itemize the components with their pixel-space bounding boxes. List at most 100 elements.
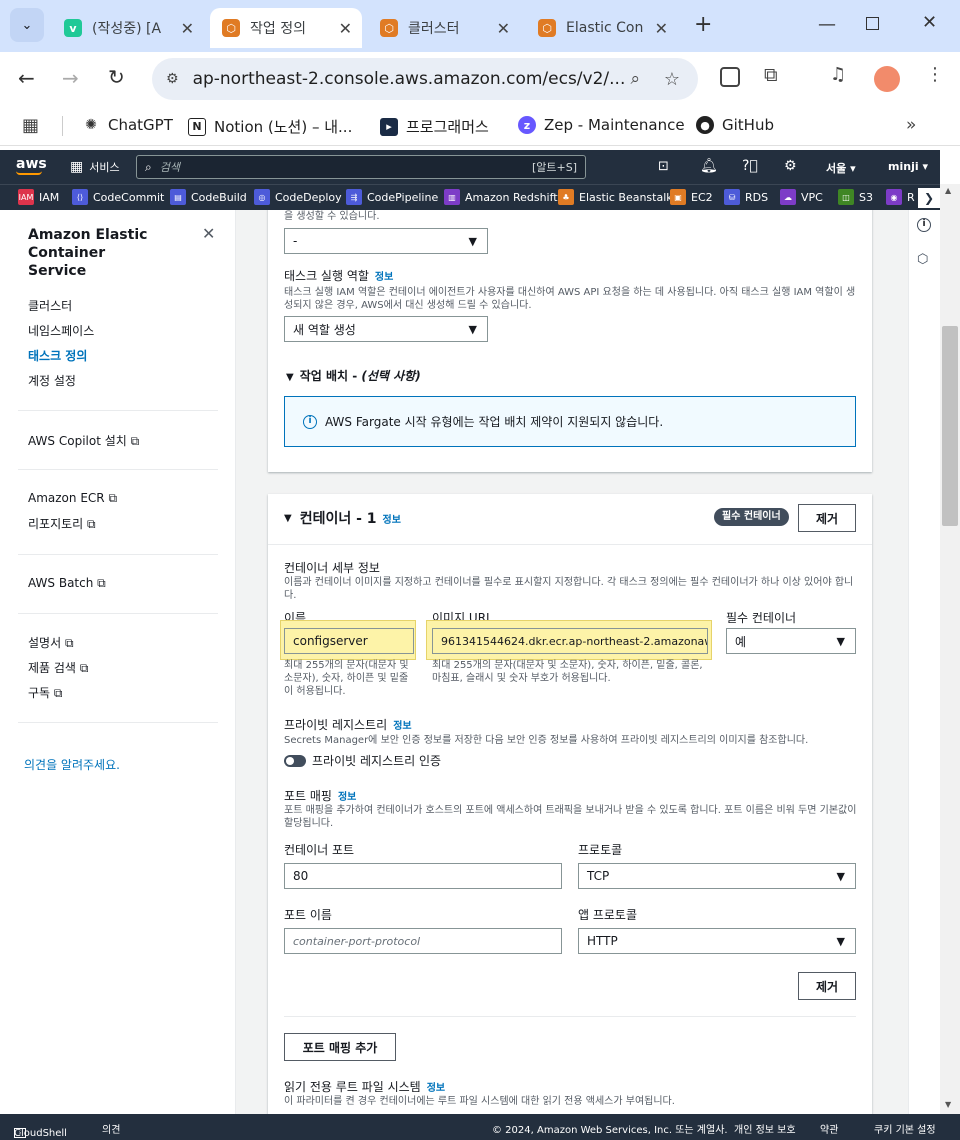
fav-beanstalk[interactable]: ♣ Elastic Beanstalk: [558, 189, 673, 205]
sidebar-item-subscribe[interactable]: 구독 ⧉: [28, 684, 63, 701]
aws-logo[interactable]: aws: [16, 156, 47, 172]
close-window-button[interactable]: ✕: [922, 12, 937, 33]
placement-expander[interactable]: ▼ 작업 배치 - (선택 사항): [286, 367, 421, 384]
search-input[interactable]: ⌕ 검색 [알트+S]: [136, 155, 586, 179]
essential-select[interactable]: 예 ▼: [726, 628, 856, 654]
chevron-right-icon[interactable]: ❯: [918, 188, 940, 208]
scroll-thumb[interactable]: [942, 326, 958, 526]
feedback-link[interactable]: 의견: [102, 1121, 120, 1136]
image-uri-input[interactable]: 961341544624.dkr.ecr.ap-northeast-2.amaz…: [432, 628, 708, 654]
container-header[interactable]: ▼ 컨테이너 - 1 정보: [284, 508, 401, 528]
browser-tab-3[interactable]: ⬡ 클러스터 ✕: [368, 8, 520, 48]
add-port-mapping-button[interactable]: 포트 매핑 추가: [284, 1033, 396, 1061]
bookmark-notion[interactable]: N Notion (노션) – 내...: [188, 116, 352, 137]
bookmark-github[interactable]: ● GitHub: [696, 116, 774, 134]
close-icon[interactable]: ✕: [497, 19, 510, 38]
address-bar[interactable]: ⚙ ap-northeast-2.console.aws.amazon.com/…: [152, 58, 698, 100]
protocol-select[interactable]: TCP ▼: [578, 863, 856, 889]
private-registry-toggle[interactable]: 프라이빗 레지스트리 인증: [284, 752, 441, 769]
page-scrollbar[interactable]: ▲ ▼: [940, 184, 960, 1114]
media-icon[interactable]: ♫: [830, 64, 846, 85]
settings-icon[interactable]: ⚙: [784, 158, 797, 174]
minimize-button[interactable]: —: [818, 14, 836, 35]
bookmark-zep[interactable]: z Zep - Maintenance: [518, 116, 685, 134]
fav-iam[interactable]: IAM IAM: [18, 189, 59, 205]
bookmark-programmers[interactable]: ▸ 프로그래머스: [380, 116, 489, 137]
tutorial-icon[interactable]: ⬡: [917, 252, 928, 267]
forward-icon[interactable]: →: [62, 66, 79, 90]
sidebar-item-copilot[interactable]: AWS Copilot 설치 ⧉: [28, 432, 139, 449]
fav-redshift[interactable]: ▥ Amazon Redshift: [444, 189, 558, 205]
info-panel-icon[interactable]: i: [917, 218, 931, 232]
port-name-input[interactable]: container-port-protocol: [284, 928, 562, 954]
info-link[interactable]: 정보: [338, 792, 356, 803]
remove-container-button[interactable]: 제거: [798, 504, 856, 532]
terms-link[interactable]: 약관: [820, 1121, 838, 1136]
close-icon[interactable]: ✕: [339, 19, 352, 38]
sidebar-item-repositories[interactable]: 리포지토리 ⧉: [28, 515, 96, 532]
fav-codepipeline[interactable]: ⇶ CodePipeline: [346, 189, 438, 205]
close-icon[interactable]: ✕: [202, 224, 215, 243]
sidebar-item-docs[interactable]: 설명서 ⧉: [28, 634, 74, 651]
sidebar-item-namespaces[interactable]: 네임스페이스: [28, 322, 94, 339]
reload-icon[interactable]: ↻: [108, 65, 125, 89]
more-bookmarks-icon[interactable]: »: [906, 115, 916, 135]
scroll-up-icon[interactable]: ▲: [945, 186, 951, 195]
fav-rds[interactable]: ⛁ RDS: [724, 189, 768, 205]
bookmark-chatgpt[interactable]: ✺ ChatGPT: [82, 116, 173, 134]
sidebar-item-ecr[interactable]: Amazon ECR ⧉: [28, 491, 117, 506]
scroll-down-icon[interactable]: ▼: [945, 1100, 951, 1109]
privacy-link[interactable]: 개인 정보 보호: [734, 1121, 796, 1136]
info-link[interactable]: 정보: [375, 272, 393, 283]
apps-icon[interactable]: ▦: [22, 115, 39, 136]
services-menu[interactable]: ▦ 서비스: [70, 159, 120, 175]
new-tab-button[interactable]: +: [694, 12, 712, 37]
exec-role-select[interactable]: 새 역할 생성 ▼: [284, 316, 488, 342]
maximize-button[interactable]: [866, 17, 879, 30]
app-protocol-select[interactable]: HTTP ▼: [578, 928, 856, 954]
cloudshell-icon[interactable]: ⊡: [658, 159, 669, 174]
fav-codebuild[interactable]: ▤ CodeBuild: [170, 189, 247, 205]
info-link[interactable]: 정보: [427, 1083, 445, 1094]
bookmark-label: Notion (노션) – 내...: [214, 118, 353, 136]
feedback-link[interactable]: 의견을 알려주세요.: [24, 756, 120, 773]
account-menu[interactable]: minji ▾: [888, 160, 928, 173]
sidebar-item-batch[interactable]: AWS Batch ⧉: [28, 576, 106, 591]
fav-vpc[interactable]: ☁ VPC: [780, 189, 823, 205]
fav-r[interactable]: ◉ R: [886, 189, 915, 205]
region-selector[interactable]: 서울 ▾: [826, 160, 856, 176]
zoom-icon[interactable]: ⌕: [630, 69, 640, 89]
help-icon[interactable]: ?⃝: [742, 158, 758, 174]
sidebar-item-clusters[interactable]: 클러스터: [28, 297, 72, 314]
bookmark-star-icon[interactable]: ☆: [664, 69, 680, 90]
back-icon[interactable]: ←: [18, 66, 35, 90]
info-link[interactable]: 정보: [393, 721, 411, 732]
fav-codedeploy[interactable]: ◎ CodeDeploy: [254, 189, 342, 205]
browser-tab-4[interactable]: ⬡ Elastic Con ✕: [526, 8, 678, 48]
puzzle-icon[interactable]: ⧉: [764, 64, 778, 86]
sidebar-item-product-search[interactable]: 제품 검색 ⧉: [28, 659, 88, 676]
tab-search-button[interactable]: ⌄: [10, 8, 44, 42]
browser-tab-1[interactable]: v (작성중) [A ✕: [52, 8, 204, 48]
close-icon[interactable]: ✕: [655, 19, 668, 38]
fav-codecommit[interactable]: ⟨⟩ CodeCommit: [72, 189, 164, 205]
extension-icon[interactable]: [720, 67, 740, 87]
container-name-input[interactable]: configserver: [284, 628, 414, 654]
cookie-link[interactable]: 쿠키 기본 설정: [874, 1121, 936, 1136]
sidebar-title[interactable]: Amazon Elastic Container Service: [28, 226, 168, 280]
container-port-input[interactable]: 80: [284, 863, 562, 889]
avatar[interactable]: [874, 66, 900, 92]
sidebar-item-account-settings[interactable]: 계정 설정: [28, 372, 76, 389]
toggle-switch[interactable]: [284, 754, 306, 767]
notifications-icon[interactable]: 🔔︎: [700, 158, 718, 174]
sidebar-item-task-definitions[interactable]: 태스크 정의: [28, 347, 87, 364]
browser-tab-2[interactable]: ⬡ 작업 정의 ✕: [210, 8, 362, 48]
close-icon[interactable]: ✕: [181, 19, 194, 38]
site-info-icon[interactable]: ⚙: [166, 71, 179, 87]
info-link[interactable]: 정보: [383, 511, 401, 526]
fav-s3[interactable]: ◫ S3: [838, 189, 873, 205]
remove-port-button[interactable]: 제거: [798, 972, 856, 1000]
menu-icon[interactable]: ⋮: [926, 64, 944, 85]
fav-ec2[interactable]: ▣ EC2: [670, 189, 713, 205]
task-role-select[interactable]: - ▼: [284, 228, 488, 254]
